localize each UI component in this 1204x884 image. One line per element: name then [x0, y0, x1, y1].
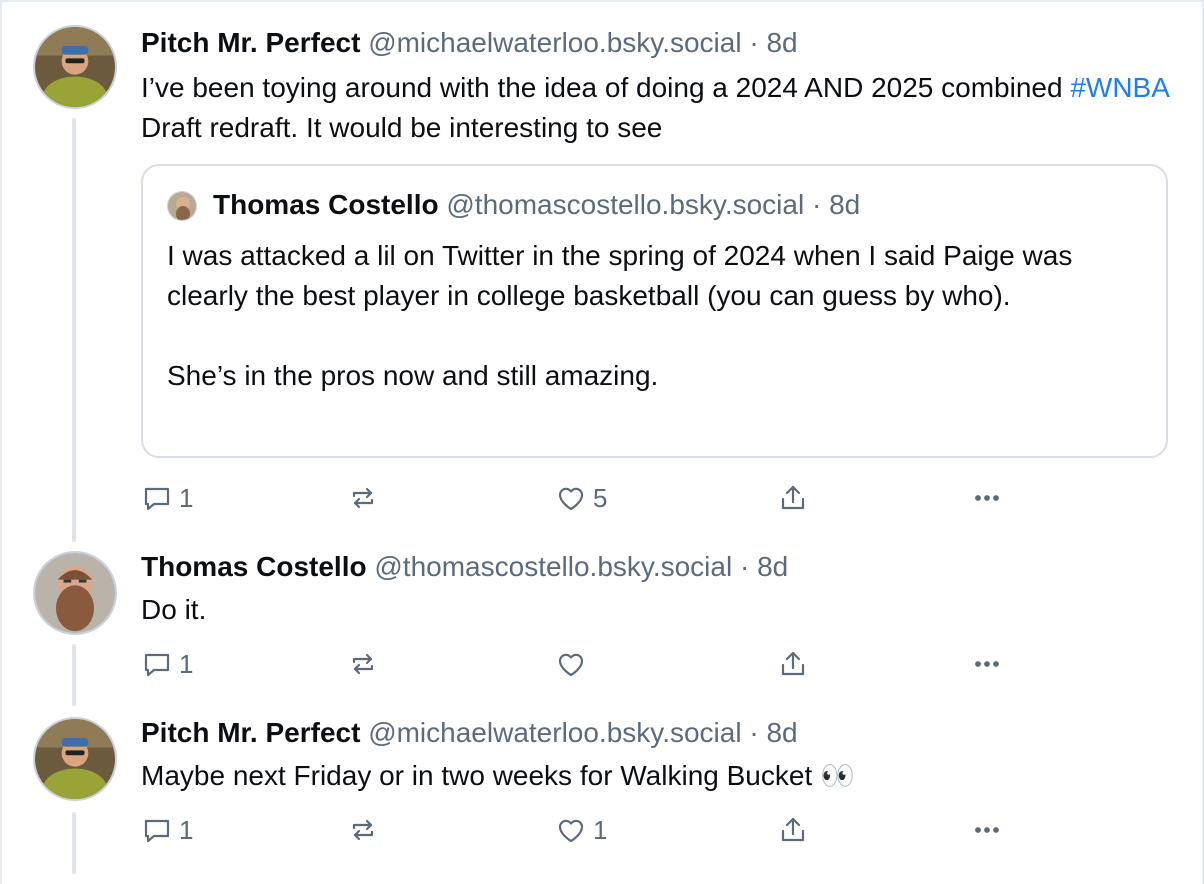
post-header: Pitch Mr. Perfect @michaelwaterloo.bsky.…: [141, 26, 1174, 60]
avatar[interactable]: [33, 25, 117, 109]
thread-line: [72, 812, 76, 874]
reply-button[interactable]: 1: [141, 644, 193, 684]
ellipsis-icon: [975, 827, 999, 833]
share-icon: [781, 651, 805, 676]
ellipsis-icon: [975, 495, 999, 501]
quoted-text-paragraph: She’s in the pros now and still amazing.: [167, 360, 659, 391]
like-count: 5: [593, 482, 608, 513]
share-button[interactable]: [777, 644, 809, 684]
author-handle[interactable]: @michaelwaterloo.bsky.social: [368, 27, 741, 58]
quoted-post[interactable]: Thomas Costello @thomascostello.bsky.soc…: [141, 164, 1168, 458]
avatar[interactable]: [33, 717, 117, 801]
separator: ·: [804, 189, 830, 220]
repost-button[interactable]: [347, 644, 379, 684]
like-button[interactable]: 5: [555, 478, 607, 518]
quoted-text-paragraph: I was attacked a lil on Twitter in the s…: [167, 240, 1073, 311]
post-age[interactable]: 8d: [757, 551, 788, 582]
more-options-button[interactable]: [971, 810, 1003, 850]
like-button[interactable]: [555, 644, 587, 684]
quoted-avatar: [167, 191, 197, 221]
quoted-author-handle: @thomascostello.bsky.social: [446, 189, 805, 220]
heart-icon: [558, 653, 584, 677]
separator: ·: [732, 551, 758, 582]
hashtag-link[interactable]: #WNBA: [1070, 72, 1168, 103]
share-icon: [781, 485, 805, 510]
quoted-header: Thomas Costello @thomascostello.bsky.soc…: [213, 188, 860, 222]
avatar[interactable]: [33, 551, 117, 635]
reply-icon: [144, 819, 170, 843]
author-name[interactable]: Pitch Mr. Perfect: [141, 27, 360, 58]
share-button[interactable]: [777, 478, 809, 518]
repost-button[interactable]: [347, 810, 379, 850]
post-age[interactable]: 8d: [766, 27, 797, 58]
post-actions: 1 1: [141, 810, 1011, 850]
post-text-part: I’ve been toying around with the idea of…: [141, 72, 1071, 103]
reply-icon: [144, 487, 170, 511]
repost-icon: [352, 653, 374, 675]
post-header: Pitch Mr. Perfect @michaelwaterloo.bsky.…: [141, 716, 1174, 750]
post-header: Thomas Costello @thomascostello.bsky.soc…: [141, 550, 1174, 584]
post-text: I’ve been toying around with the idea of…: [141, 68, 1174, 148]
author-name[interactable]: Thomas Costello: [141, 551, 367, 582]
post-text-part: Draft redraft. It would be interesting t…: [141, 112, 663, 143]
quoted-author-name: Thomas Costello: [213, 189, 439, 220]
quoted-text: I was attacked a lil on Twitter in the s…: [167, 236, 1142, 396]
post-text: Maybe next Friday or in two weeks for Wa…: [141, 760, 855, 791]
post-actions: 1 5: [141, 478, 1011, 518]
share-button[interactable]: [777, 810, 809, 850]
separator: ·: [741, 27, 767, 58]
more-options-button[interactable]: [971, 478, 1003, 518]
more-options-button[interactable]: [971, 644, 1003, 684]
reply-count: 1: [179, 648, 194, 679]
reply-button[interactable]: 1: [141, 478, 193, 518]
repost-icon: [352, 819, 374, 841]
post-content: Pitch Mr. Perfect @michaelwaterloo.bsky.…: [141, 26, 1174, 148]
thread-line: [72, 644, 76, 706]
quoted-post-age: 8d: [829, 189, 861, 220]
author-handle[interactable]: @michaelwaterloo.bsky.social: [368, 717, 741, 748]
repost-icon: [352, 487, 374, 509]
reply-count: 1: [179, 482, 194, 513]
thread-line: [72, 118, 76, 542]
reply-icon: [144, 653, 170, 677]
ellipsis-icon: [975, 661, 999, 667]
post-content: Thomas Costello @thomascostello.bsky.soc…: [141, 550, 1174, 630]
post-text: Do it.: [141, 594, 207, 625]
like-button[interactable]: 1: [555, 810, 607, 850]
share-icon: [781, 817, 805, 842]
heart-icon: [558, 487, 584, 511]
post-age[interactable]: 8d: [766, 717, 797, 748]
post-actions: 1: [141, 644, 1011, 684]
reply-count: 1: [179, 814, 194, 845]
repost-button[interactable]: [347, 478, 379, 518]
heart-icon: [558, 819, 584, 843]
author-name[interactable]: Pitch Mr. Perfect: [141, 717, 360, 748]
separator: ·: [741, 717, 767, 748]
reply-button[interactable]: 1: [141, 810, 193, 850]
post-content: Pitch Mr. Perfect @michaelwaterloo.bsky.…: [141, 716, 1174, 796]
like-count: 1: [593, 814, 608, 845]
author-handle[interactable]: @thomascostello.bsky.social: [374, 551, 732, 582]
